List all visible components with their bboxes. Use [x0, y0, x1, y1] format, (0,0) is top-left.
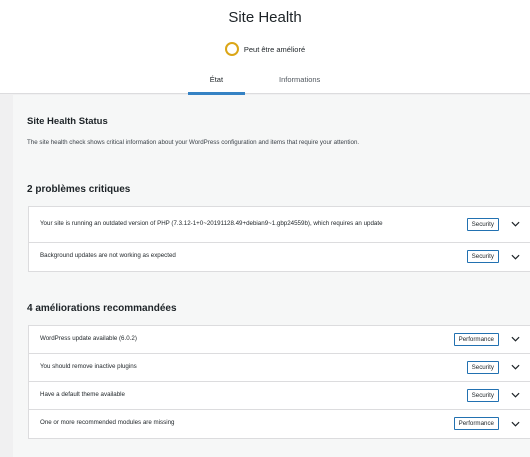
issue-text: WordPress update available (6.0.2): [40, 334, 137, 342]
chevron-down-icon[interactable]: [509, 218, 521, 230]
main-content: Site Health Status The site health check…: [13, 95, 530, 457]
list-item[interactable]: One or more recommended modules are miss…: [29, 410, 530, 438]
list-item[interactable]: WordPress update available (6.0.2) Perfo…: [29, 326, 530, 354]
issue-badge: Security: [466, 250, 499, 264]
issue-text: Have a default theme available: [40, 390, 125, 398]
issue-badge: Performance: [453, 332, 499, 346]
tab-bar: État Informations: [0, 70, 530, 95]
health-status: Peut être amélioré: [0, 42, 530, 56]
issue-text: You should remove inactive plugins: [40, 362, 137, 370]
site-health-header: Site Health Peut être amélioré État Info…: [0, 0, 530, 95]
issue-badge: Performance: [453, 417, 499, 431]
list-item[interactable]: Background updates are not working as ex…: [29, 243, 530, 271]
issue-badge: Security: [466, 360, 499, 374]
section-heading: Site Health Status: [27, 116, 108, 127]
critical-issues-title: 2 problèmes critiques: [27, 183, 131, 195]
critical-issues-list: Your site is running an outdated version…: [28, 205, 530, 272]
chevron-down-icon[interactable]: [509, 361, 521, 373]
list-item[interactable]: Have a default theme available Security: [29, 382, 530, 410]
chevron-down-icon[interactable]: [509, 389, 521, 401]
issue-badge: Security: [466, 217, 499, 231]
list-item[interactable]: Your site is running an outdated version…: [29, 207, 530, 243]
tab-status[interactable]: État: [187, 70, 246, 95]
page-title: Site Health: [228, 9, 302, 26]
chevron-down-icon[interactable]: [509, 418, 521, 430]
issue-badge: Security: [466, 388, 499, 402]
status-panel: Site Health Status The site health check…: [13, 95, 530, 148]
issue-text: Your site is running an outdated version…: [40, 219, 383, 227]
issue-text: Background updates are not working as ex…: [40, 252, 176, 260]
chevron-down-icon[interactable]: [509, 333, 521, 345]
status-circle-icon: [224, 42, 239, 56]
recommended-improvements-title: 4 améliorations recommandées: [27, 302, 177, 314]
tab-status-label: État: [209, 75, 224, 84]
list-item[interactable]: You should remove inactive plugins Secur…: [29, 354, 530, 382]
health-status-label: Peut être amélioré: [243, 44, 306, 54]
issue-text: One or more recommended modules are miss…: [40, 419, 175, 427]
recommended-improvements-list: WordPress update available (6.0.2) Perfo…: [28, 324, 530, 439]
tab-informations-label: Informations: [279, 75, 321, 84]
chevron-down-icon[interactable]: [509, 251, 521, 263]
tab-informations[interactable]: Informations: [257, 70, 342, 94]
section-description: The site health check shows critical inf…: [27, 139, 360, 146]
